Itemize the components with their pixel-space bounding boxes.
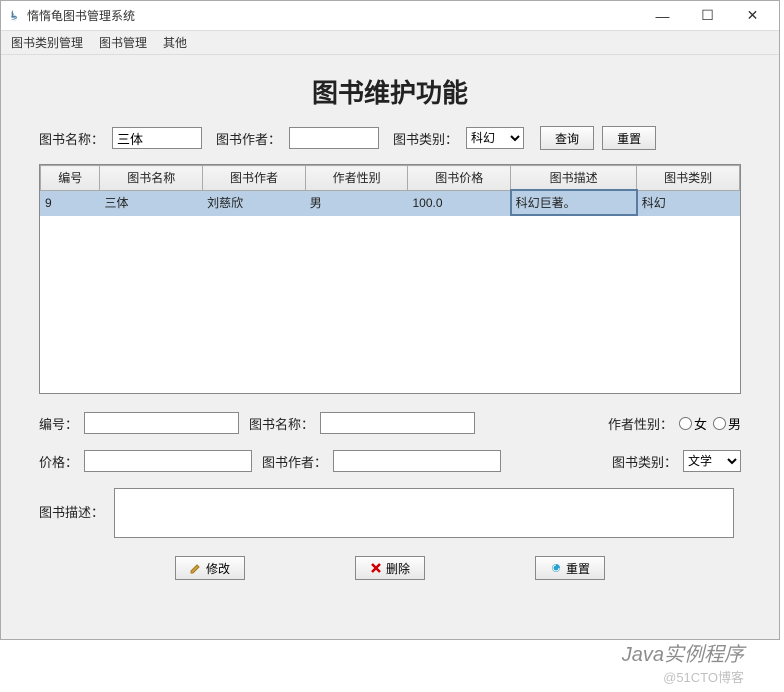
cell-author: 刘慈欣 bbox=[203, 190, 306, 215]
form-author-label: 图书作者： bbox=[262, 452, 327, 471]
app-window: 惰惰龟图书管理系统 — ☐ ✕ 图书类别管理 图书管理 其他 图书维护功能 图书… bbox=[0, 0, 780, 640]
results-table: 编号 图书名称 图书作者 作者性别 图书价格 图书描述 图书类别 9 三体 刘慈… bbox=[39, 164, 741, 394]
delete-icon bbox=[370, 562, 382, 574]
form-price-input[interactable] bbox=[84, 450, 252, 472]
form-name-label: 图书名称： bbox=[249, 414, 314, 433]
search-category-select[interactable]: 科幻 bbox=[466, 127, 524, 149]
search-author-input[interactable] bbox=[289, 127, 379, 149]
edit-form: 编号： 图书名称： 作者性别： 女 男 价格： bbox=[39, 412, 741, 580]
form-id-input[interactable] bbox=[84, 412, 239, 434]
form-price-label: 价格： bbox=[39, 452, 78, 471]
search-row: 图书名称： 图书作者： 图书类别： 科幻 查询 重置 bbox=[39, 126, 741, 150]
watermark-credit: @51CTO博客 bbox=[663, 667, 744, 686]
watermark-text: Java实例程序 bbox=[622, 638, 744, 667]
content-area: 图书维护功能 图书名称： 图书作者： 图书类别： 科幻 查询 重置 编号 图书名… bbox=[1, 55, 779, 590]
close-button[interactable]: ✕ bbox=[730, 1, 775, 30]
col-id: 编号 bbox=[41, 166, 100, 191]
delete-button[interactable]: 删除 bbox=[355, 556, 425, 580]
cell-id: 9 bbox=[41, 190, 100, 215]
reset-form-button[interactable]: 重置 bbox=[535, 556, 605, 580]
form-author-input[interactable] bbox=[333, 450, 501, 472]
cell-sex: 男 bbox=[305, 190, 408, 215]
action-buttons: 修改 删除 重置 bbox=[39, 556, 741, 580]
radio-female[interactable] bbox=[679, 417, 692, 430]
window-title: 惰惰龟图书管理系统 bbox=[27, 7, 640, 24]
form-name-input[interactable] bbox=[320, 412, 475, 434]
modify-button[interactable]: 修改 bbox=[175, 556, 245, 580]
cell-category: 科幻 bbox=[637, 190, 740, 215]
sex-radio-group: 女 男 bbox=[679, 414, 741, 433]
form-desc-label: 图书描述： bbox=[39, 488, 104, 521]
minimize-button[interactable]: — bbox=[640, 1, 685, 30]
col-category: 图书类别 bbox=[637, 166, 740, 191]
table-header-row: 编号 图书名称 图书作者 作者性别 图书价格 图书描述 图书类别 bbox=[41, 166, 740, 191]
radio-male[interactable] bbox=[713, 417, 726, 430]
form-id-label: 编号： bbox=[39, 414, 78, 433]
col-author: 图书作者 bbox=[203, 166, 306, 191]
menubar: 图书类别管理 图书管理 其他 bbox=[1, 31, 779, 55]
reset-search-button[interactable]: 重置 bbox=[602, 126, 656, 150]
col-name: 图书名称 bbox=[100, 166, 203, 191]
col-price: 图书价格 bbox=[408, 166, 511, 191]
menu-other[interactable]: 其他 bbox=[159, 32, 191, 53]
maximize-button[interactable]: ☐ bbox=[685, 1, 730, 30]
form-desc-textarea[interactable] bbox=[114, 488, 734, 538]
col-desc: 图书描述 bbox=[511, 166, 637, 191]
search-author-label: 图书作者： bbox=[216, 129, 281, 148]
form-category-label: 图书类别： bbox=[612, 452, 677, 471]
titlebar: 惰惰龟图书管理系统 — ☐ ✕ bbox=[1, 1, 779, 31]
cell-name: 三体 bbox=[100, 190, 203, 215]
page-title: 图书维护功能 bbox=[39, 73, 741, 110]
form-sex-label: 作者性别： bbox=[608, 414, 673, 433]
query-button[interactable]: 查询 bbox=[540, 126, 594, 150]
search-category-label: 图书类别： bbox=[393, 129, 458, 148]
edit-icon bbox=[190, 562, 202, 574]
table-row[interactable]: 9 三体 刘慈欣 男 100.0 科幻巨著。 科幻 bbox=[41, 190, 740, 215]
reset-icon bbox=[550, 562, 562, 574]
menu-category-mgmt[interactable]: 图书类别管理 bbox=[7, 32, 87, 53]
col-sex: 作者性别 bbox=[305, 166, 408, 191]
java-app-icon bbox=[5, 8, 21, 24]
menu-book-mgmt[interactable]: 图书管理 bbox=[95, 32, 151, 53]
form-category-select[interactable]: 文学 bbox=[683, 450, 741, 472]
search-name-label: 图书名称： bbox=[39, 129, 104, 148]
cell-desc: 科幻巨著。 bbox=[511, 190, 637, 215]
search-name-input[interactable] bbox=[112, 127, 202, 149]
cell-price: 100.0 bbox=[408, 190, 511, 215]
